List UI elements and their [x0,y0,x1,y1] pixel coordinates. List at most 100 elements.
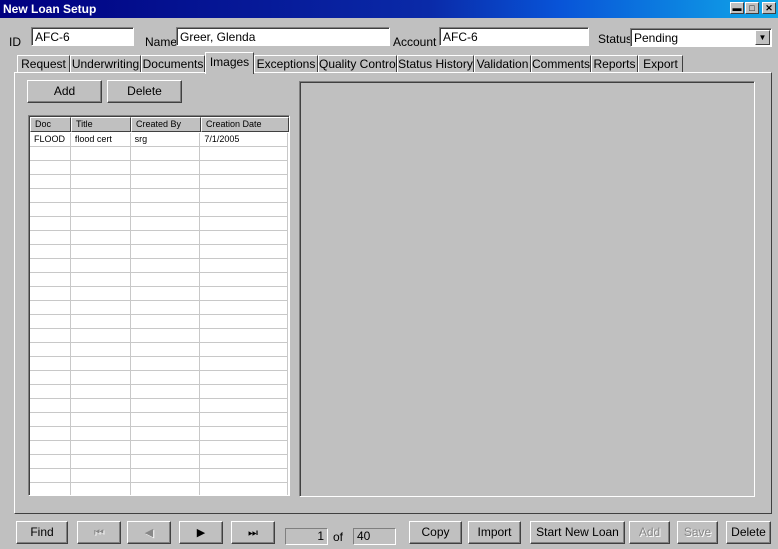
find-button[interactable]: Find [16,521,68,544]
table-row[interactable] [30,287,288,301]
empty-cell [131,301,201,314]
tab-status-history[interactable]: Status History [397,55,474,73]
empty-cell [131,231,201,244]
empty-cell [71,357,131,370]
add-image-button[interactable]: Add [27,80,102,103]
tab-images[interactable]: Images [205,52,254,74]
add-button[interactable]: Add [629,521,670,544]
table-row[interactable] [30,343,288,357]
table-row[interactable] [30,413,288,427]
empty-cell [71,259,131,272]
table-row[interactable] [30,259,288,273]
account-field[interactable]: AFC-6 [439,27,589,46]
table-row[interactable] [30,161,288,175]
empty-cell [71,385,131,398]
table-body: FLOOD flood cert srg 7/1/2005 [30,133,288,495]
empty-cell [131,189,201,202]
column-header-doc[interactable]: Doc [30,117,71,132]
import-button[interactable]: Import [468,521,521,544]
id-field[interactable]: AFC-6 [31,27,134,46]
table-row[interactable] [30,483,288,495]
table-row[interactable] [30,175,288,189]
last-record-button[interactable]: ⏭ [231,521,275,544]
empty-cell [71,483,131,495]
first-record-button[interactable]: ⏮ [77,521,121,544]
maximize-icon[interactable]: □ [745,2,759,14]
tab-reports[interactable]: Reports [591,55,638,73]
empty-cell [131,315,201,328]
column-header-creation-date[interactable]: Creation Date [201,117,289,132]
status-select[interactable]: Pending ▼ [630,28,772,47]
tab-request[interactable]: Request [17,55,70,73]
table-row[interactable] [30,357,288,371]
empty-cell [71,371,131,384]
empty-cell [200,175,288,188]
empty-cell [131,245,201,258]
table-row[interactable] [30,329,288,343]
previous-record-button[interactable]: ◀ [127,521,171,544]
empty-cell [71,315,131,328]
minimize-icon[interactable]: ▬ [730,2,744,14]
empty-cell [200,161,288,174]
table-row[interactable] [30,399,288,413]
previous-record-icon: ◀ [144,527,154,539]
table-row[interactable] [30,189,288,203]
tab-underwriting[interactable]: Underwriting [70,55,141,73]
first-record-icon: ⏮ [94,527,104,539]
tab-exceptions[interactable]: Exceptions [254,55,318,73]
dropdown-arrow-icon[interactable]: ▼ [755,30,770,45]
tab-comments[interactable]: Comments [531,55,591,73]
table-row[interactable] [30,203,288,217]
empty-cell [131,399,201,412]
empty-cell [71,329,131,342]
column-header-created-by[interactable]: Created By [131,117,201,132]
empty-cell [30,189,71,202]
empty-cell [30,483,71,495]
empty-cell [131,259,201,272]
tab-quality-control[interactable]: Quality Control [318,55,398,73]
table-row[interactable] [30,315,288,329]
save-button[interactable]: Save [677,521,718,544]
delete-image-button[interactable]: Delete [107,80,182,103]
table-row[interactable] [30,273,288,287]
table-row[interactable] [30,301,288,315]
start-new-loan-button[interactable]: Start New Loan [530,521,625,544]
close-icon[interactable]: ✕ [762,2,776,14]
table-row[interactable] [30,371,288,385]
last-record-icon: ⏭ [248,527,258,539]
next-record-button[interactable]: ▶ [179,521,223,544]
table-row[interactable] [30,231,288,245]
tab-documents[interactable]: Documents [141,55,205,73]
tab-validation[interactable]: Validation [474,55,531,73]
delete-button[interactable]: Delete [726,521,771,544]
table-row[interactable] [30,147,288,161]
cell-creation-date: 7/1/2005 [200,133,288,146]
table-row[interactable] [30,245,288,259]
empty-cell [200,413,288,426]
table-row[interactable] [30,455,288,469]
empty-cell [30,385,71,398]
empty-cell [71,455,131,468]
empty-cell [131,483,201,495]
empty-cell [30,399,71,412]
table-row[interactable] [30,427,288,441]
table-row[interactable] [30,441,288,455]
tab-export[interactable]: Export [638,55,683,73]
table-row[interactable]: FLOOD flood cert srg 7/1/2005 [30,133,288,147]
name-field[interactable]: Greer, Glenda [176,27,390,46]
empty-cell [131,427,201,440]
current-record-field[interactable]: 1 [285,528,328,545]
table-row[interactable] [30,217,288,231]
table-row[interactable] [30,469,288,483]
copy-button[interactable]: Copy [409,521,462,544]
column-header-title[interactable]: Title [71,117,131,132]
empty-cell [200,441,288,454]
table-row[interactable] [30,385,288,399]
empty-cell [71,147,131,160]
image-viewer[interactable] [299,81,755,497]
next-record-icon: ▶ [196,527,206,539]
empty-cell [71,427,131,440]
images-table[interactable]: Doc Title Created By Creation Date FLOOD… [28,115,290,496]
empty-cell [71,203,131,216]
empty-cell [71,245,131,258]
